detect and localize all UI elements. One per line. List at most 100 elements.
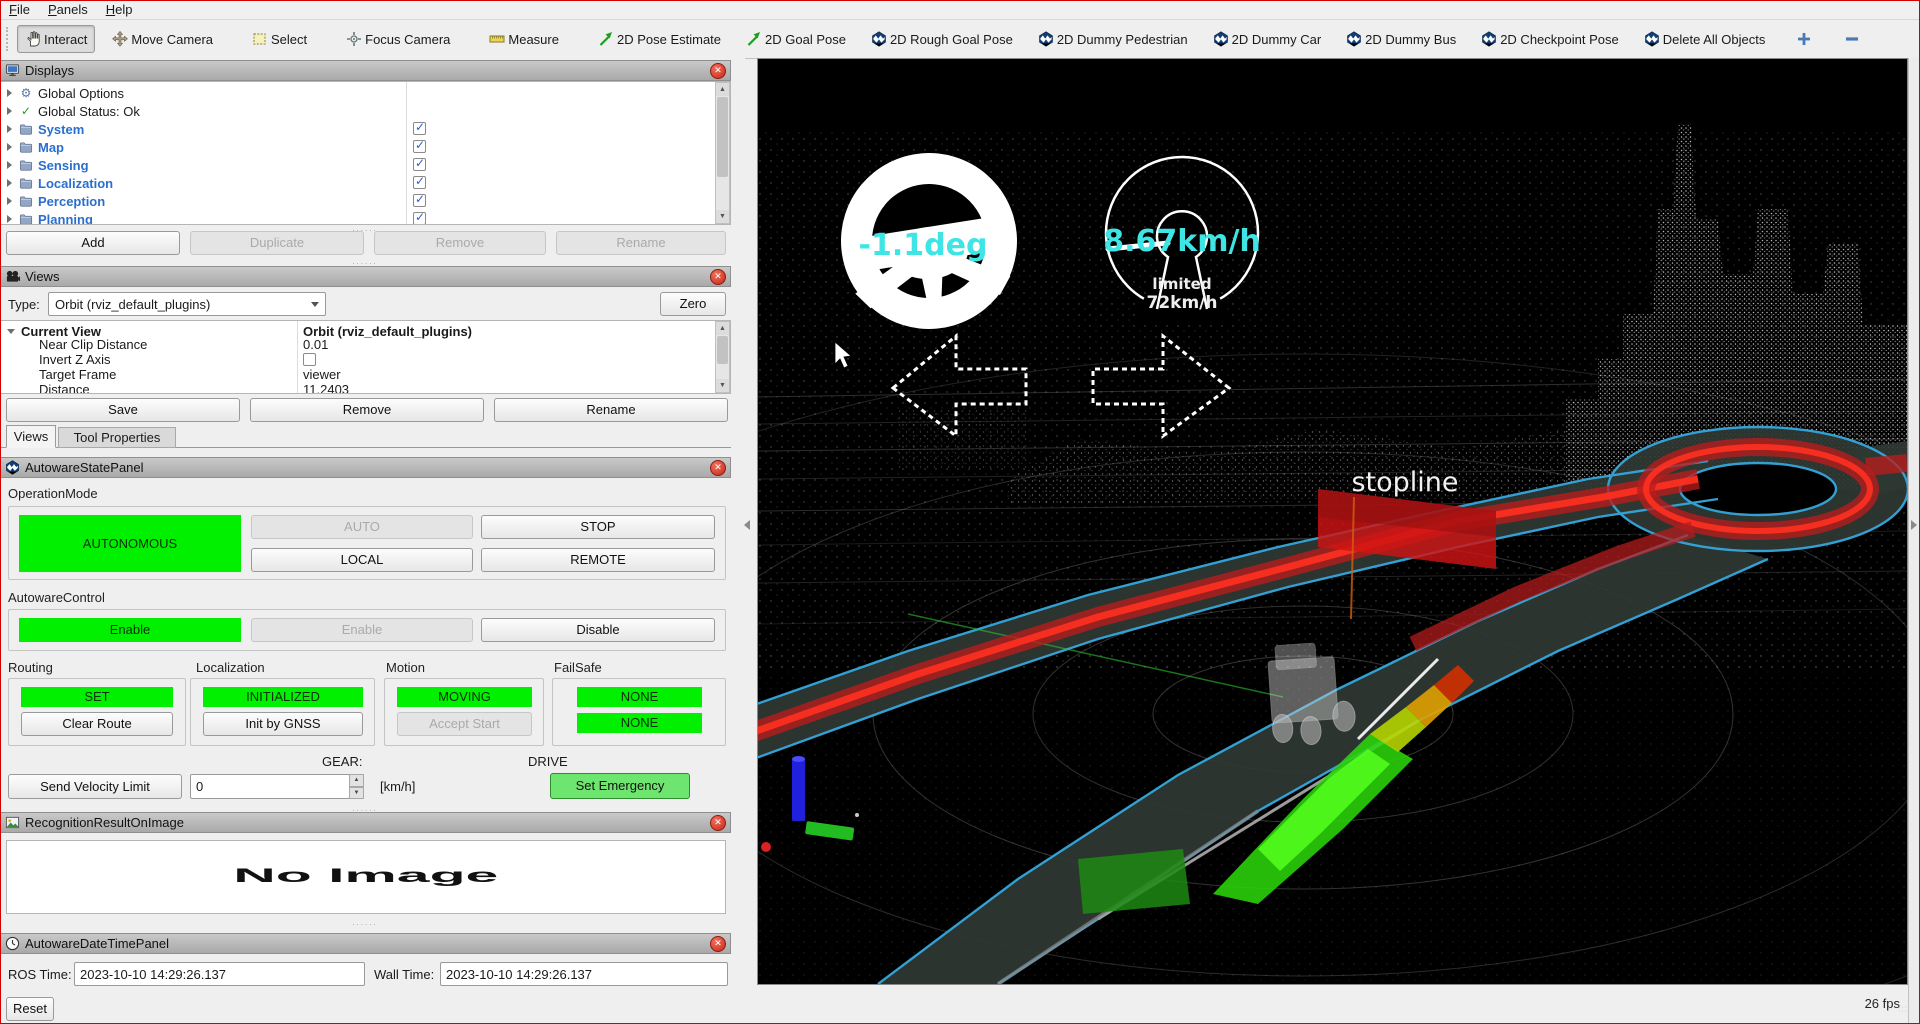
splitter-collapse-left-icon[interactable] [744, 520, 750, 530]
scroll-down-icon[interactable]: ▼ [716, 210, 729, 223]
autoware-state-panel-header[interactable]: AutowareStatePanel ✕ [0, 457, 731, 478]
velocity-spinner[interactable]: ▲▼ [349, 774, 364, 799]
zero-button[interactable]: Zero [660, 292, 726, 316]
enable-active-button[interactable]: Enable [19, 618, 241, 642]
local-button[interactable]: LOCAL [251, 548, 473, 572]
close-icon[interactable]: ✕ [710, 63, 726, 79]
autonomous-state-button[interactable]: AUTONOMOUS [19, 515, 241, 572]
prop-value[interactable]: 0.01 [303, 337, 328, 352]
disable-button[interactable]: Disable [481, 618, 715, 642]
save-view-button[interactable]: Save [6, 398, 240, 422]
display-row-global-options[interactable]: ⚙ Global Options [1, 84, 730, 102]
prop-row-target-frame[interactable]: Target Frame viewer [1, 367, 730, 382]
remove-view-button[interactable]: Remove [250, 398, 484, 422]
display-checkbox[interactable] [413, 194, 426, 207]
send-velocity-limit-button[interactable]: Send Velocity Limit [8, 774, 182, 799]
displays-scrollbar[interactable]: ▲ ▼ [715, 82, 730, 224]
expander-icon[interactable] [7, 161, 12, 169]
tool-2d-dummy-car[interactable]: 2D Dummy Car [1205, 25, 1330, 53]
tool-2d-checkpoint-pose[interactable]: 2D Checkpoint Pose [1473, 25, 1627, 53]
recognition-panel-header[interactable]: RecognitionResultOnImage ✕ [0, 812, 731, 833]
expander-icon[interactable] [7, 143, 12, 151]
expander-down-icon[interactable] [7, 329, 15, 334]
splitter-collapse-right-icon[interactable] [1911, 520, 1917, 530]
close-icon[interactable]: ✕ [710, 460, 726, 476]
prop-row-distance[interactable]: Distance 11.2403 [1, 382, 730, 394]
display-checkbox[interactable] [413, 176, 426, 189]
scrollbar-thumb[interactable] [717, 336, 728, 364]
tool-2d-goal-pose[interactable]: 2D Goal Pose [738, 25, 854, 53]
menu-help[interactable]: Help [97, 0, 142, 19]
expander-icon[interactable] [7, 89, 12, 97]
display-row-perception[interactable]: Perception [1, 192, 730, 210]
menu-panels[interactable]: Panels [39, 0, 97, 19]
toolbar-drag-handle[interactable] [6, 27, 13, 51]
velocity-limit-input[interactable]: 0 [190, 774, 350, 799]
prop-value[interactable]: viewer [303, 367, 341, 382]
spin-up-icon[interactable]: ▲ [349, 774, 364, 787]
view-type-combobox[interactable]: Orbit (rviz_default_plugins) [48, 292, 326, 316]
tool-interact[interactable]: Interact [17, 25, 95, 53]
expander-icon[interactable] [7, 107, 12, 115]
views-scrollbar[interactable]: ▲ ▼ [715, 321, 730, 393]
prop-value[interactable]: 11.2403 [303, 382, 349, 394]
tool-2d-dummy-bus[interactable]: 2D Dummy Bus [1338, 25, 1464, 53]
scroll-up-icon[interactable]: ▲ [716, 322, 729, 335]
tab-tool-properties[interactable]: Tool Properties [58, 427, 176, 448]
display-row-global-status[interactable]: ✓ Global Status: Ok [1, 102, 730, 120]
expander-icon[interactable] [7, 179, 12, 187]
expander-icon[interactable] [7, 215, 12, 223]
display-checkbox[interactable] [413, 212, 426, 225]
add-display-button[interactable]: Add [6, 231, 180, 255]
scroll-up-icon[interactable]: ▲ [716, 83, 729, 96]
stop-button[interactable]: STOP [481, 515, 715, 539]
remote-button[interactable]: REMOTE [481, 548, 715, 572]
display-row-system[interactable]: System [1, 120, 730, 138]
close-icon[interactable]: ✕ [710, 936, 726, 952]
tool-2d-rough-goal-pose[interactable]: 2D Rough Goal Pose [863, 25, 1021, 53]
scroll-down-icon[interactable]: ▼ [716, 379, 729, 392]
render-viewport[interactable]: stopline [757, 58, 1908, 985]
add-tool-button[interactable] [1788, 25, 1820, 53]
displays-panel-header[interactable]: Displays ✕ [0, 60, 731, 81]
display-checkbox[interactable] [413, 158, 426, 171]
clear-route-button[interactable]: Clear Route [21, 712, 173, 736]
display-row-planning[interactable]: Planning [1, 210, 730, 225]
display-row-localization[interactable]: Localization [1, 174, 730, 192]
spin-down-icon[interactable]: ▼ [349, 787, 364, 800]
tool-select[interactable]: Select [244, 25, 315, 53]
prop-row-near-clip[interactable]: Near Clip Distance 0.01 [1, 337, 730, 352]
scrollbar-thumb[interactable] [717, 97, 728, 177]
splitter-handle[interactable]: ...... [330, 806, 400, 811]
tool-delete-all-objects[interactable]: Delete All Objects [1636, 25, 1774, 53]
resize-grip[interactable]: ······ [1898, 1006, 1912, 1020]
datetime-panel-header[interactable]: AutowareDateTimePanel ✕ [0, 933, 731, 954]
display-checkbox[interactable] [413, 140, 426, 153]
wall-time-input[interactable]: 2023-10-10 14:29:26.137 [440, 962, 728, 986]
init-by-gnss-button[interactable]: Init by GNSS [203, 712, 363, 736]
display-checkbox[interactable] [413, 122, 426, 135]
views-panel-header[interactable]: Views ✕ [0, 266, 731, 287]
expander-icon[interactable] [7, 125, 12, 133]
expander-icon[interactable] [7, 197, 12, 205]
tab-views[interactable]: Views [6, 425, 56, 448]
tool-2d-pose-estimate[interactable]: 2D Pose Estimate [590, 25, 729, 53]
menu-file[interactable]: File [0, 0, 39, 19]
set-emergency-button[interactable]: Set Emergency [550, 773, 690, 799]
rename-view-button[interactable]: Rename [494, 398, 728, 422]
splitter-handle[interactable]: ...... [330, 259, 400, 264]
close-icon[interactable]: ✕ [710, 269, 726, 285]
reset-button[interactable]: Reset [6, 997, 54, 1021]
splitter-handle[interactable]: ...... [330, 920, 400, 925]
display-row-sensing[interactable]: Sensing [1, 156, 730, 174]
tool-move-camera[interactable]: Move Camera [104, 25, 221, 53]
remove-tool-button[interactable] [1836, 25, 1868, 53]
close-icon[interactable]: ✕ [710, 815, 726, 831]
invert-z-checkbox[interactable] [303, 353, 316, 366]
tool-2d-dummy-pedestrian[interactable]: 2D Dummy Pedestrian [1030, 25, 1196, 53]
prop-row-invert-z[interactable]: Invert Z Axis [1, 352, 730, 367]
tool-measure[interactable]: Measure [481, 25, 567, 53]
tool-focus-camera[interactable]: Focus Camera [338, 25, 458, 53]
ros-time-input[interactable]: 2023-10-10 14:29:26.137 [74, 962, 365, 986]
display-row-map[interactable]: Map [1, 138, 730, 156]
